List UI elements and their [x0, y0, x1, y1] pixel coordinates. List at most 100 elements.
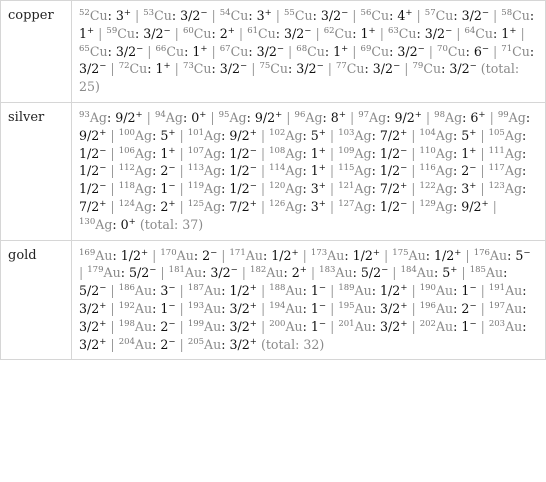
- spin-value: 3/2: [210, 265, 231, 281]
- element-symbol: Cu: [307, 43, 325, 59]
- mass-number: 115: [338, 163, 355, 174]
- separator: |: [465, 247, 470, 263]
- mass-number: 203: [488, 318, 506, 329]
- isotope-entry: 118Ag: 1−: [118, 180, 176, 197]
- isotope-entry: 199Au: 3/2+: [187, 318, 257, 334]
- isotope-entry: 70Cu: 6−: [437, 43, 490, 59]
- element-symbol: Au: [245, 247, 263, 263]
- element-symbol: Ag: [204, 181, 222, 197]
- mass-number: 99: [497, 109, 509, 120]
- spin-value: 3: [310, 198, 319, 214]
- spin-parity: 1−: [311, 301, 326, 316]
- isotope-entry: 95Ag: 9/2+: [218, 109, 283, 125]
- mass-number: 129: [419, 198, 436, 209]
- spin-value: 3: [115, 8, 124, 23]
- spin-parity: 3/2−: [143, 26, 170, 41]
- isotope-entry: 181Au: 3/2−: [168, 265, 238, 281]
- separator: |: [260, 181, 266, 197]
- separator: |: [275, 8, 280, 23]
- isotope-entry: 57Cu: 3/2−: [424, 7, 490, 23]
- isotope-entry: 119Ag: 1/2−: [187, 180, 257, 197]
- parity-sign: −: [249, 145, 257, 156]
- spin-value: 3/2: [79, 318, 100, 334]
- spin-value: 5/2: [79, 283, 100, 299]
- element-symbol: Au: [103, 265, 121, 281]
- spin-value: 3: [310, 181, 319, 197]
- spin-parity: 4+: [397, 8, 412, 23]
- parity-sign: +: [481, 198, 489, 209]
- isotope-list: 169Au: 1/2+ | 170Au: 2− | 171Au: 1/2+ | …: [71, 239, 546, 361]
- separator: |: [260, 283, 266, 299]
- parity-sign: +: [99, 127, 107, 138]
- element-symbol: Cu: [166, 43, 185, 59]
- separator: |: [352, 43, 357, 59]
- mass-number: 69: [360, 43, 372, 54]
- spin-parity: 3−: [160, 283, 175, 298]
- spin-value: 5: [461, 127, 470, 143]
- separator: |: [411, 198, 416, 214]
- mass-number: 67: [219, 43, 231, 54]
- separator: |: [480, 318, 485, 334]
- spin-value: 3/2: [143, 25, 164, 41]
- element-symbol: Ag: [504, 127, 523, 143]
- spin-value: 2: [291, 265, 300, 281]
- spin-value: 3/2: [424, 25, 446, 41]
- spin-parity: 2+: [220, 26, 235, 41]
- spin-value: 3/2: [296, 61, 317, 77]
- spin-value: 3/2: [380, 300, 401, 316]
- isotope-entry: 106Ag: 1+: [118, 145, 176, 161]
- separator: |: [110, 318, 115, 334]
- spin-parity: 9/2+: [461, 199, 488, 214]
- parity-sign: +: [249, 282, 257, 293]
- element-symbol: Cu: [230, 43, 249, 59]
- mass-number: 56: [360, 7, 372, 18]
- spin-parity: 2−: [461, 163, 476, 178]
- element-symbol: Ag: [354, 198, 372, 214]
- mass-number: 175: [392, 247, 409, 258]
- element-symbol: Ag: [435, 163, 453, 179]
- isotope-entry: 61Cu: 3/2−: [247, 25, 312, 41]
- separator: |: [404, 61, 409, 77]
- isotope-entry: 102Ag: 5+: [269, 127, 326, 143]
- isotope-entry: 93Ag: 9/2+: [79, 109, 143, 125]
- mass-number: 120: [269, 180, 286, 191]
- parity-sign: +: [299, 265, 307, 276]
- element-symbol: Ag: [354, 181, 372, 197]
- spin-value: 1: [155, 61, 164, 77]
- isotope-entry: 53Cu: 3/2−: [143, 7, 208, 23]
- separator: |: [411, 127, 416, 143]
- separator: |: [416, 8, 421, 23]
- mass-number: 183: [319, 265, 336, 276]
- parity-sign: +: [99, 336, 107, 347]
- isotope-entry: 194Au: 1−: [269, 300, 327, 316]
- spin-value: 1/2: [79, 181, 100, 197]
- spin-value: 9/2: [254, 109, 276, 125]
- parity-sign: +: [400, 282, 408, 293]
- element-symbol: Cu: [371, 43, 390, 59]
- mass-number: 72: [118, 61, 130, 72]
- element-symbol: Ag: [305, 109, 323, 125]
- isotope-entry: 64Cu: 1+: [464, 25, 517, 41]
- spin-parity: 8+: [331, 110, 346, 125]
- parity-sign: +: [372, 247, 381, 258]
- parity-sign: +: [199, 109, 207, 120]
- spin-value: 9/2: [394, 109, 415, 125]
- parity-sign: +: [140, 247, 149, 258]
- mass-number: 126: [269, 198, 286, 209]
- parity-sign: +: [227, 25, 235, 36]
- spin-parity: 0+: [191, 110, 206, 125]
- isotope-entry: 184Au: 5+: [400, 265, 458, 281]
- parity-sign: +: [264, 7, 272, 18]
- spin-value: 1: [310, 318, 319, 334]
- spin-parity: 5+: [461, 128, 476, 143]
- spin-value: 3/2: [79, 61, 100, 77]
- separator: |: [260, 145, 266, 161]
- element-symbol: Au: [176, 247, 194, 263]
- isotope-entry: 179Au: 5/2−: [87, 265, 157, 281]
- parity-sign: −: [168, 180, 176, 191]
- separator: |: [461, 265, 466, 281]
- isotope-entry: 52Cu: 3+: [79, 7, 131, 23]
- element-symbol: Ag: [435, 127, 453, 143]
- separator: |: [480, 145, 485, 161]
- element-symbol: Ag: [504, 163, 523, 179]
